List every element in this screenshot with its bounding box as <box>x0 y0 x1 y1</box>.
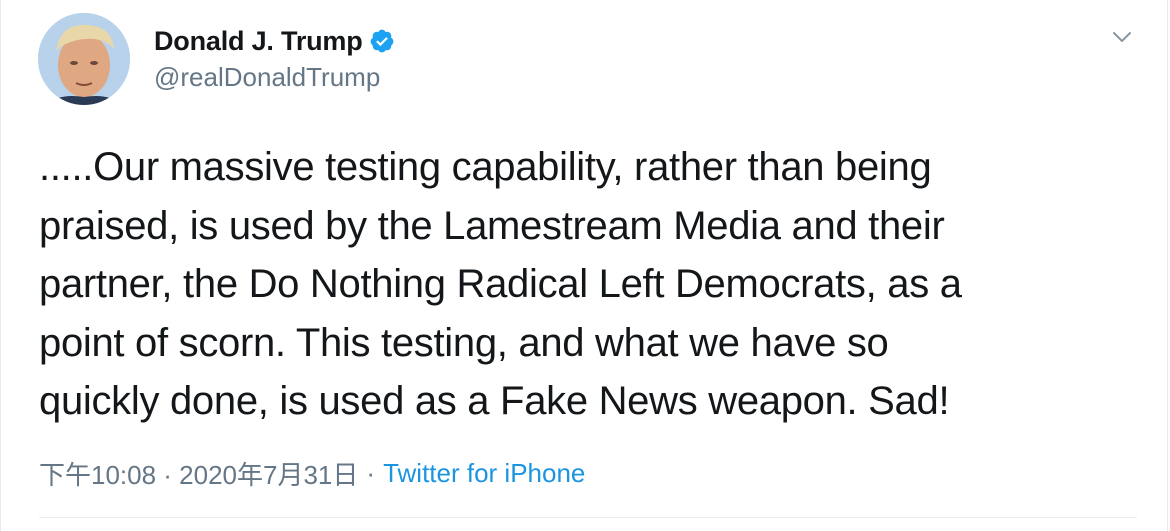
tweet-text-line: praised, is used by the Lamestream Media… <box>39 203 945 248</box>
display-name[interactable]: Donald J. Trump <box>154 26 363 57</box>
tweet-timestamp[interactable]: 下午10:08 · 2020年7月31日 <box>39 455 358 492</box>
tweet-meta: 下午10:08 · 2020年7月31日 · Twitter for iPhon… <box>39 455 585 492</box>
tweet-text-line: partner, the Do Nothing Radical Left Dem… <box>39 262 962 306</box>
tweet-text-line: .....Our massive testing capability, rat… <box>39 145 932 189</box>
tweet-card: Donald J. Trump @realDonaldTrump .....Ou… <box>0 0 1168 531</box>
name-row: Donald J. Trump <box>154 24 395 58</box>
verified-badge-icon <box>369 28 395 54</box>
avatar-image <box>38 13 130 105</box>
tweet-menu-button[interactable] <box>1107 22 1137 52</box>
handle[interactable]: @realDonaldTrump <box>154 62 395 93</box>
chevron-down-icon <box>1113 32 1131 42</box>
tweet-text: .....Our massive testing capability, rat… <box>39 138 1139 431</box>
meta-separator: · <box>366 458 376 488</box>
author-block[interactable]: Donald J. Trump @realDonaldTrump <box>154 24 395 93</box>
tweet-source-link[interactable]: Twitter for iPhone <box>383 458 585 489</box>
tweet-text-line: point of scorn. This testing, and what w… <box>39 320 889 365</box>
tweet-text-line: quickly done, is used as a Fake News wea… <box>39 379 950 423</box>
avatar[interactable] <box>38 13 130 105</box>
divider <box>39 517 1137 518</box>
